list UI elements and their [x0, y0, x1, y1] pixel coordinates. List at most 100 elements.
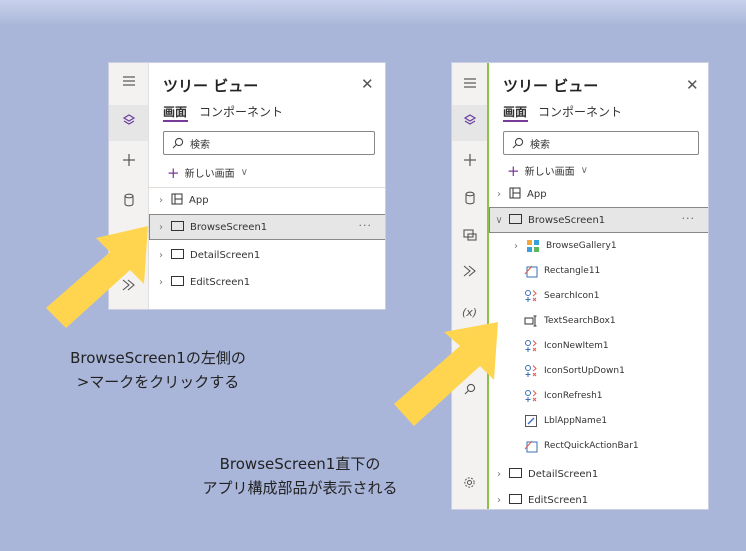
chevron-down-icon: ∨	[580, 165, 588, 176]
tree-child-label: Rectangle11	[544, 266, 601, 276]
tree-item-browsescreen1[interactable]: › BrowseScreen1 ···	[149, 214, 385, 240]
gallery-icon	[526, 239, 540, 253]
tree-child-searchicon1[interactable]: SearchIcon1	[524, 284, 599, 308]
tree-view-layers-icon[interactable]	[109, 105, 148, 141]
tab-underline	[503, 120, 528, 122]
data-cylinder-icon[interactable]	[109, 189, 148, 217]
callout-right-line1: BrowseScreen1直下の	[219, 455, 381, 473]
search-placeholder: 検索	[530, 139, 550, 151]
tree-item-detailscreen1[interactable]: › DetailScreen1	[149, 242, 385, 268]
tree-child-label: BrowseGallery1	[546, 241, 617, 251]
label-icon	[524, 414, 538, 428]
pointer-arrow-right	[394, 322, 498, 426]
close-icon[interactable]: ✕	[361, 77, 374, 92]
power-automate-icon[interactable]	[452, 259, 487, 287]
new-screen-button[interactable]: + 新しい画面 ∨	[167, 165, 248, 180]
screen-icon	[171, 220, 184, 234]
top-gradient	[0, 0, 746, 26]
callout-right: BrowseScreen1直下の アプリ構成部品が表示される	[150, 452, 450, 500]
tab-screens[interactable]: 画面	[503, 103, 527, 120]
right-rail: (x)	[452, 63, 489, 509]
new-screen-button[interactable]: + 新しい画面 ∨	[507, 163, 588, 178]
tree-item-editscreen1[interactable]: › EditScreen1	[149, 269, 385, 295]
tree-child-label: TextSearchBox1	[544, 316, 616, 326]
screen-icon	[509, 213, 522, 227]
search-placeholder: 検索	[190, 139, 210, 151]
tree-child-label: IconNewItem1	[544, 341, 609, 351]
new-screen-label: 新しい画面	[524, 167, 575, 178]
search-input[interactable]: 検索	[503, 131, 699, 155]
data-cylinder-icon[interactable]	[452, 187, 487, 215]
tree-item-app[interactable]: › App	[489, 181, 708, 207]
rectangle-icon	[524, 264, 538, 278]
tree-item-label: App	[189, 194, 209, 206]
tree-item-label: DetailScreen1	[190, 249, 261, 261]
tree-item-label: EditScreen1	[528, 494, 589, 506]
icon-control-icon	[524, 289, 538, 303]
search-icon	[172, 137, 184, 149]
screen-icon	[509, 493, 522, 507]
settings-gear-icon[interactable]	[452, 471, 487, 499]
hamburger-menu-icon[interactable]	[452, 71, 487, 99]
tree-child-textsearchbox1[interactable]: TextSearchBox1	[524, 309, 616, 333]
app-icon	[509, 187, 521, 202]
tree-item-app[interactable]: › App	[149, 187, 385, 213]
tree-child-iconnewitem1[interactable]: IconNewItem1	[524, 334, 609, 358]
callout-left-line2: >マークをクリックする	[76, 373, 240, 391]
search-icon	[512, 137, 524, 149]
icon-control-icon	[524, 364, 538, 378]
textinput-icon	[524, 314, 538, 328]
tree-child-iconrefresh1[interactable]: IconRefresh1	[524, 384, 603, 408]
rectangle-icon	[524, 439, 538, 453]
new-screen-label: 新しい画面	[184, 169, 235, 180]
tree-child-label: IconRefresh1	[544, 391, 603, 401]
chevron-right-icon[interactable]: ›	[510, 241, 522, 252]
tab-screens[interactable]: 画面	[163, 103, 187, 120]
tree-child-rectquickactionbar1[interactable]: RectQuickActionBar1	[524, 434, 639, 458]
screen-icon	[171, 275, 184, 289]
tree-item-browsescreen1[interactable]: ∨ BrowseScreen1 ···	[489, 207, 708, 233]
tree-child-iconsortupdown1[interactable]: IconSortUpDown1	[524, 359, 625, 383]
search-input[interactable]: 検索	[163, 131, 375, 155]
screen-icon	[171, 248, 184, 262]
tree-item-label: BrowseScreen1	[528, 214, 606, 226]
tree-item-editscreen1[interactable]: › EditScreen1	[489, 487, 708, 509]
callout-left: BrowseScreen1の左側の >マークをクリックする	[8, 346, 308, 394]
tree-child-label: RectQuickActionBar1	[544, 441, 639, 451]
tree-child-label: SearchIcon1	[544, 291, 600, 301]
hamburger-menu-icon[interactable]	[109, 69, 148, 97]
plus-icon: +	[507, 161, 520, 180]
callout-right-line2: アプリ構成部品が表示される	[202, 479, 398, 497]
callout-left-line1: BrowseScreen1の左側の	[70, 349, 246, 367]
media-icon[interactable]	[452, 223, 487, 251]
chevron-down-icon[interactable]: ∨	[493, 215, 505, 226]
tree-item-label: App	[527, 188, 547, 200]
icon-control-icon	[524, 389, 538, 403]
tree-child-label: LblAppName1	[544, 416, 608, 426]
insert-plus-icon[interactable]	[452, 149, 487, 177]
tree-child-browsegallery1[interactable]: › BrowseGallery1	[510, 234, 617, 258]
chevron-right-icon[interactable]: ›	[493, 495, 505, 506]
insert-plus-icon[interactable]	[109, 149, 148, 177]
close-icon[interactable]: ✕	[686, 78, 699, 93]
tree-child-lblappname1[interactable]: LblAppName1	[524, 409, 607, 433]
more-options-icon[interactable]: ···	[359, 219, 373, 232]
chevron-down-icon: ∨	[240, 167, 248, 178]
tree-child-rectangle11[interactable]: Rectangle11	[524, 259, 600, 283]
chevron-right-icon[interactable]: ›	[493, 469, 505, 480]
screen-icon	[509, 467, 522, 481]
app-icon	[171, 193, 183, 208]
more-options-icon[interactable]: ···	[682, 212, 696, 225]
chevron-right-icon[interactable]: ›	[155, 195, 167, 206]
pointer-arrow-left	[46, 226, 148, 328]
tree-view-layers-icon[interactable]	[452, 105, 487, 141]
chevron-right-icon[interactable]: ›	[493, 189, 505, 200]
tab-components[interactable]: コンポーネント	[538, 103, 622, 120]
tab-components[interactable]: コンポーネント	[199, 103, 283, 120]
pane-title: ツリー ビュー	[503, 77, 599, 95]
tree-item-label: DetailScreen1	[528, 468, 599, 480]
tree-item-detailscreen1[interactable]: › DetailScreen1	[489, 461, 708, 487]
tree-item-label: EditScreen1	[190, 276, 251, 288]
plus-icon: +	[167, 163, 180, 182]
tree-item-label: BrowseScreen1	[190, 221, 268, 233]
